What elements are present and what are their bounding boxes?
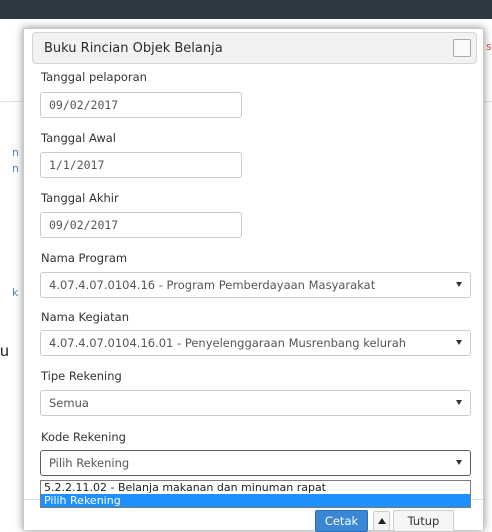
caret-up-icon <box>378 518 386 524</box>
nama-program-label: Nama Program <box>41 251 128 265</box>
cetak-options-button[interactable] <box>373 511 390 531</box>
dialog-header: Buku Rincian Objek Belanja <box>32 32 477 64</box>
tanggal-akhir-label: Tanggal Akhir <box>41 191 119 205</box>
chevron-down-icon <box>456 400 462 405</box>
tanggal-awal-label: Tanggal Awal <box>41 131 117 145</box>
tanggal-awal-input[interactable]: 1/1/2017 <box>40 152 242 178</box>
tutup-button[interactable]: Tutup <box>393 510 454 532</box>
nama-program-value: 4.07.4.07.0104.16 - Program Pemberdayaan… <box>49 278 376 292</box>
tipe-rekening-label: Tipe Rekening <box>41 369 122 383</box>
chevron-down-icon <box>456 340 462 345</box>
kode-rekening-dropdown: 5.2.2.11.02 - Belanja makanan dan minuma… <box>40 480 471 508</box>
background-divider <box>0 101 22 102</box>
chevron-down-icon <box>456 460 462 465</box>
nama-kegiatan-value: 4.07.4.07.0104.16.01 - Penyelenggaraan M… <box>49 336 407 350</box>
nama-kegiatan-label: Nama Kegiatan <box>41 310 129 324</box>
nama-program-select[interactable]: 4.07.4.07.0104.16 - Program Pemberdayaan… <box>40 272 471 298</box>
cetak-button[interactable]: Cetak <box>315 510 368 532</box>
dialog-title: Buku Rincian Objek Belanja <box>44 41 223 56</box>
background-text-fragment: u <box>0 343 9 360</box>
tipe-rekening-select[interactable]: Semua <box>40 390 471 416</box>
kode-rekening-value: Pilih Rekening <box>49 456 130 470</box>
report-dialog: Buku Rincian Objek Belanja Tanggal pelap… <box>23 28 484 532</box>
tanggal-akhir-input[interactable]: 09/02/2017 <box>40 212 242 238</box>
kode-rekening-select[interactable]: Pilih Rekening <box>40 450 471 476</box>
header-checkbox[interactable] <box>453 39 471 57</box>
background-text-fragment: n <box>12 162 19 175</box>
kode-rekening-label: Kode Rekening <box>41 430 126 444</box>
tanggal-pelaporan-label: Tanggal pelaporan <box>41 70 147 84</box>
background-text-fragment: s <box>486 40 492 53</box>
tipe-rekening-value: Semua <box>49 396 89 410</box>
nama-kegiatan-select[interactable]: 4.07.4.07.0104.16.01 - Penyelenggaraan M… <box>40 330 471 356</box>
dropdown-option[interactable]: 5.2.2.11.02 - Belanja makanan dan minuma… <box>41 481 470 494</box>
chevron-down-icon <box>456 282 462 287</box>
tanggal-pelaporan-input[interactable]: 09/02/2017 <box>40 92 242 118</box>
app-topbar <box>0 0 492 19</box>
background-text-fragment: k <box>12 286 19 299</box>
dropdown-option-highlighted[interactable]: Pilih Rekening <box>41 494 470 507</box>
background-text-fragment: n <box>12 146 19 159</box>
